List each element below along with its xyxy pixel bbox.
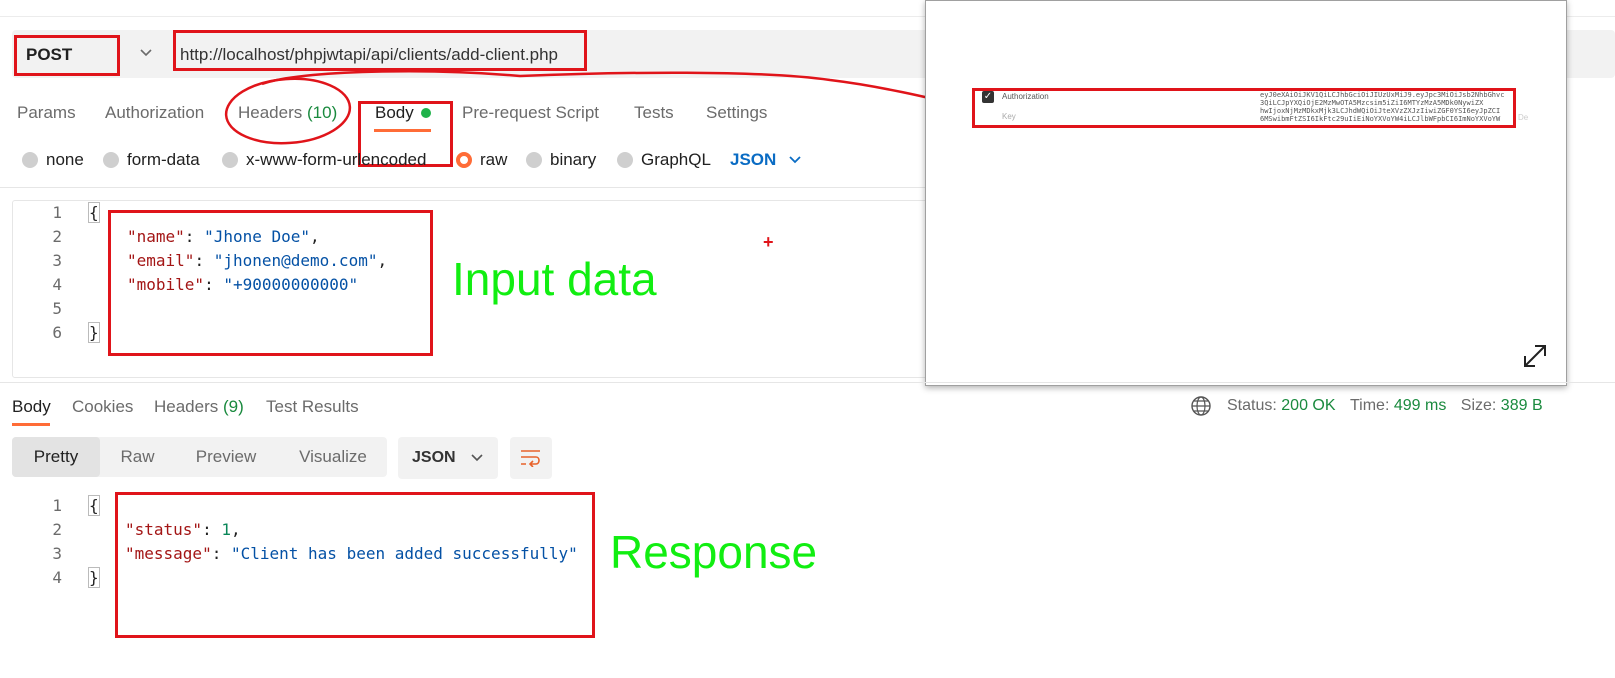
line-number: 6 (52, 323, 62, 342)
headers-preview-overlay: ✓ Authorization Key eyJ0eXAiOiJKV1QiLCJh… (925, 0, 1567, 386)
response-format-label: JSON (412, 449, 456, 466)
open-brace: { (88, 495, 100, 516)
expand-icon[interactable] (1522, 343, 1548, 369)
line-number: 1 (52, 203, 62, 222)
wrap-lines-button[interactable] (510, 437, 552, 479)
wrap-lines-icon (521, 450, 540, 467)
line-number: 1 (52, 496, 62, 515)
view-pretty-button[interactable]: Pretty (12, 437, 100, 477)
radio-none-label: none (46, 150, 84, 169)
line-number: 4 (52, 275, 62, 294)
resp-tab-body[interactable]: Body (12, 397, 51, 417)
time-value[interactable]: 499 ms (1394, 397, 1446, 414)
highlight-response (115, 492, 595, 638)
status-label: Status: (1227, 397, 1277, 414)
view-raw-button[interactable]: Raw (100, 437, 175, 477)
body-format-label: JSON (730, 150, 777, 169)
resp-headers-count: (9) (223, 397, 244, 416)
token-line: 6MSwibmFtZSI6IkFtc29uIiEiNoYXVoYW4iLCJlb… (1260, 115, 1501, 123)
open-brace: { (88, 202, 100, 223)
response-meta: Status: 200 OK Time: 499 ms Size: 389 B (1227, 397, 1543, 415)
line-number: 3 (52, 251, 62, 270)
view-preview-button[interactable]: Preview (180, 437, 272, 477)
radio-graphql[interactable]: GraphQL (617, 150, 711, 170)
radio-binary-dot (526, 152, 542, 168)
radio-form-data-label: form-data (127, 150, 200, 169)
resp-tab-headers-label: Headers (154, 397, 219, 416)
radio-binary-label: binary (550, 150, 597, 169)
token-line: eyJ0eXAiOiJKV1QiLCJhbGciOiJIUzUxMiJ9.eyJ… (1260, 91, 1505, 99)
radio-raw-dot (456, 152, 472, 168)
chevron-down-icon (471, 454, 483, 462)
resp-tab-cookies[interactable]: Cookies (72, 397, 133, 417)
radio-form-data-dot (103, 152, 119, 168)
line-number: 2 (52, 227, 62, 246)
cut-description-header: De (1518, 113, 1529, 122)
annotation-response: Response (610, 526, 818, 578)
radio-none-dot (22, 152, 38, 168)
time-label: Time: (1349, 397, 1390, 414)
line-number: 4 (52, 568, 62, 587)
status-value[interactable]: 200 OK (1281, 397, 1335, 414)
highlight-input-data (108, 210, 433, 356)
view-visualize-button[interactable]: Visualize (284, 437, 382, 477)
resp-tab-test-results[interactable]: Test Results (266, 397, 359, 417)
key-placeholder: Key (1002, 112, 1016, 121)
response-format-select[interactable]: JSON (398, 437, 498, 479)
divider (0, 187, 925, 188)
radio-urlencoded[interactable]: x-www-form-urlencoded (222, 150, 426, 170)
radio-urlencoded-dot (222, 152, 238, 168)
radio-form-data[interactable]: form-data (103, 150, 200, 170)
radio-graphql-label: GraphQL (641, 150, 711, 169)
resp-active-tab-underline (12, 423, 50, 426)
close-brace: } (88, 322, 100, 343)
token-line: hwIjoxNjMzMDkxMjk3LCJhdWQiOiJteXVzZXJzIi… (1260, 107, 1501, 115)
size-value[interactable]: 389 B (1501, 397, 1543, 414)
radio-graphql-dot (617, 152, 633, 168)
chevron-down-icon (789, 156, 801, 164)
radio-binary[interactable]: binary (526, 150, 596, 170)
globe-icon[interactable] (1190, 395, 1212, 417)
line-number: 5 (52, 299, 62, 318)
radio-none[interactable]: none (22, 150, 84, 170)
cursor-crosshair-icon: + (763, 232, 774, 252)
line-number: 3 (52, 544, 62, 563)
radio-raw-label: raw (480, 150, 508, 169)
divider (0, 382, 1615, 383)
auth-token-value: eyJ0eXAiOiJKV1QiLCJhbGciOiJIUzUxMiJ9.eyJ… (1260, 91, 1510, 123)
radio-raw[interactable]: raw (456, 150, 507, 170)
body-format-select[interactable]: JSON (730, 150, 802, 170)
annotation-input-data: Input data (452, 253, 657, 305)
close-brace: } (88, 567, 100, 588)
token-line: 3QiLCJpYXQiOjE2MzMwOTA5Mzcsim5iZiI6MTYzM… (1260, 99, 1484, 107)
line-number: 2 (52, 520, 62, 539)
size-label: Size: (1460, 397, 1497, 414)
resp-tab-headers[interactable]: Headers (9) (154, 397, 244, 417)
checkbox-checked-icon[interactable]: ✓ (982, 91, 994, 103)
radio-urlencoded-label: x-www-form-urlencoded (246, 150, 427, 169)
auth-header-key: Authorization (1002, 92, 1049, 101)
